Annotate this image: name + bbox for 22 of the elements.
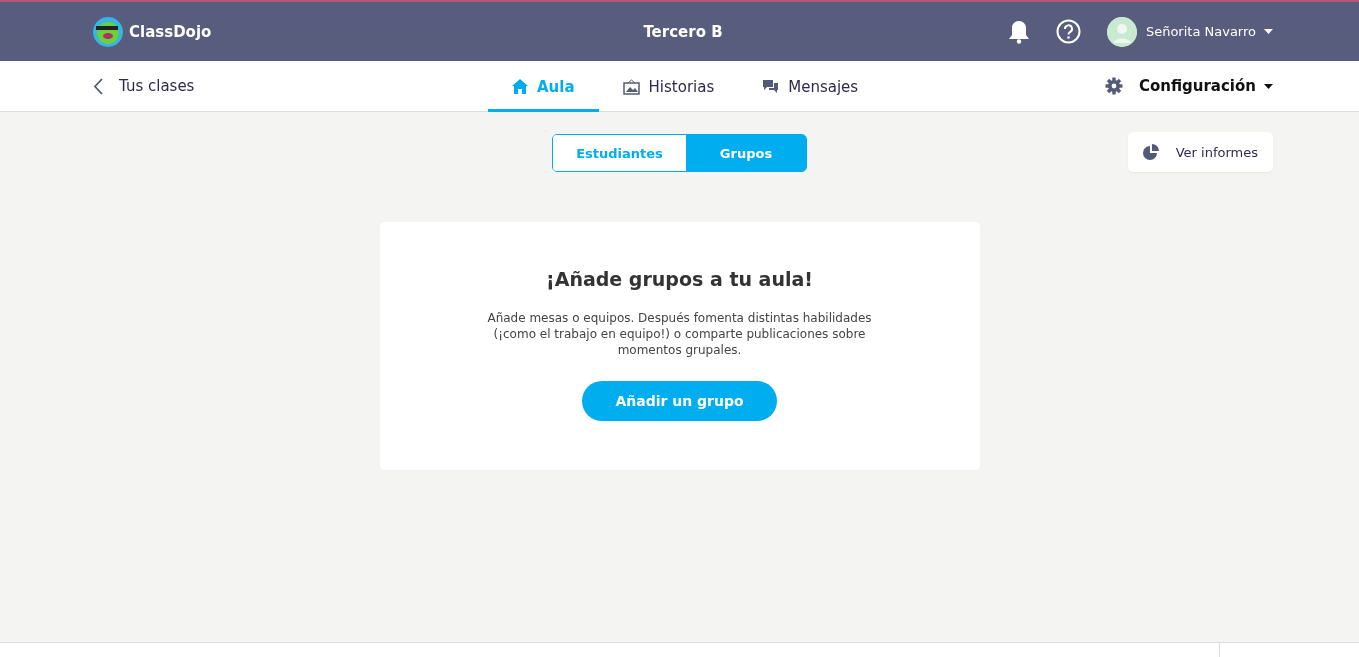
back-link[interactable]: Tus clases [119,77,195,95]
class-title: Tercero B [643,22,723,41]
settings-menu[interactable]: Configuración [1138,77,1273,95]
nav-tab[interactable]: Mensajes [738,61,883,112]
caret-icon [1264,83,1273,89]
picture-icon [622,78,640,95]
home-icon [512,79,528,94]
empty-state-text: Añade mesas o equipos. Después fomenta distintas habilidades (¡como el trabajo en equipo!) o comparte publicaciones sobre momentos grupales. [486,310,873,358]
nav-tab[interactable]: Historias [598,61,739,112]
reports-button[interactable]: Ver informes [1127,132,1273,172]
help-icon[interactable] [1055,19,1081,44]
settings-icon[interactable] [1104,77,1123,95]
back-chevron-icon[interactable] [93,77,103,95]
caret-icon [1264,29,1273,34]
empty-state-title: ¡Añade grupos a tu aula! [546,268,813,290]
monster-logo-icon [93,16,123,47]
avatar-icon[interactable] [1106,16,1137,47]
bell-icon[interactable] [1007,19,1030,44]
pie-chart-icon [1141,143,1160,161]
logo-text[interactable]: ClassDojo [129,22,212,41]
chat-bubbles-icon [762,79,780,94]
user-menu[interactable]: Señorita Navarro [1145,24,1273,39]
